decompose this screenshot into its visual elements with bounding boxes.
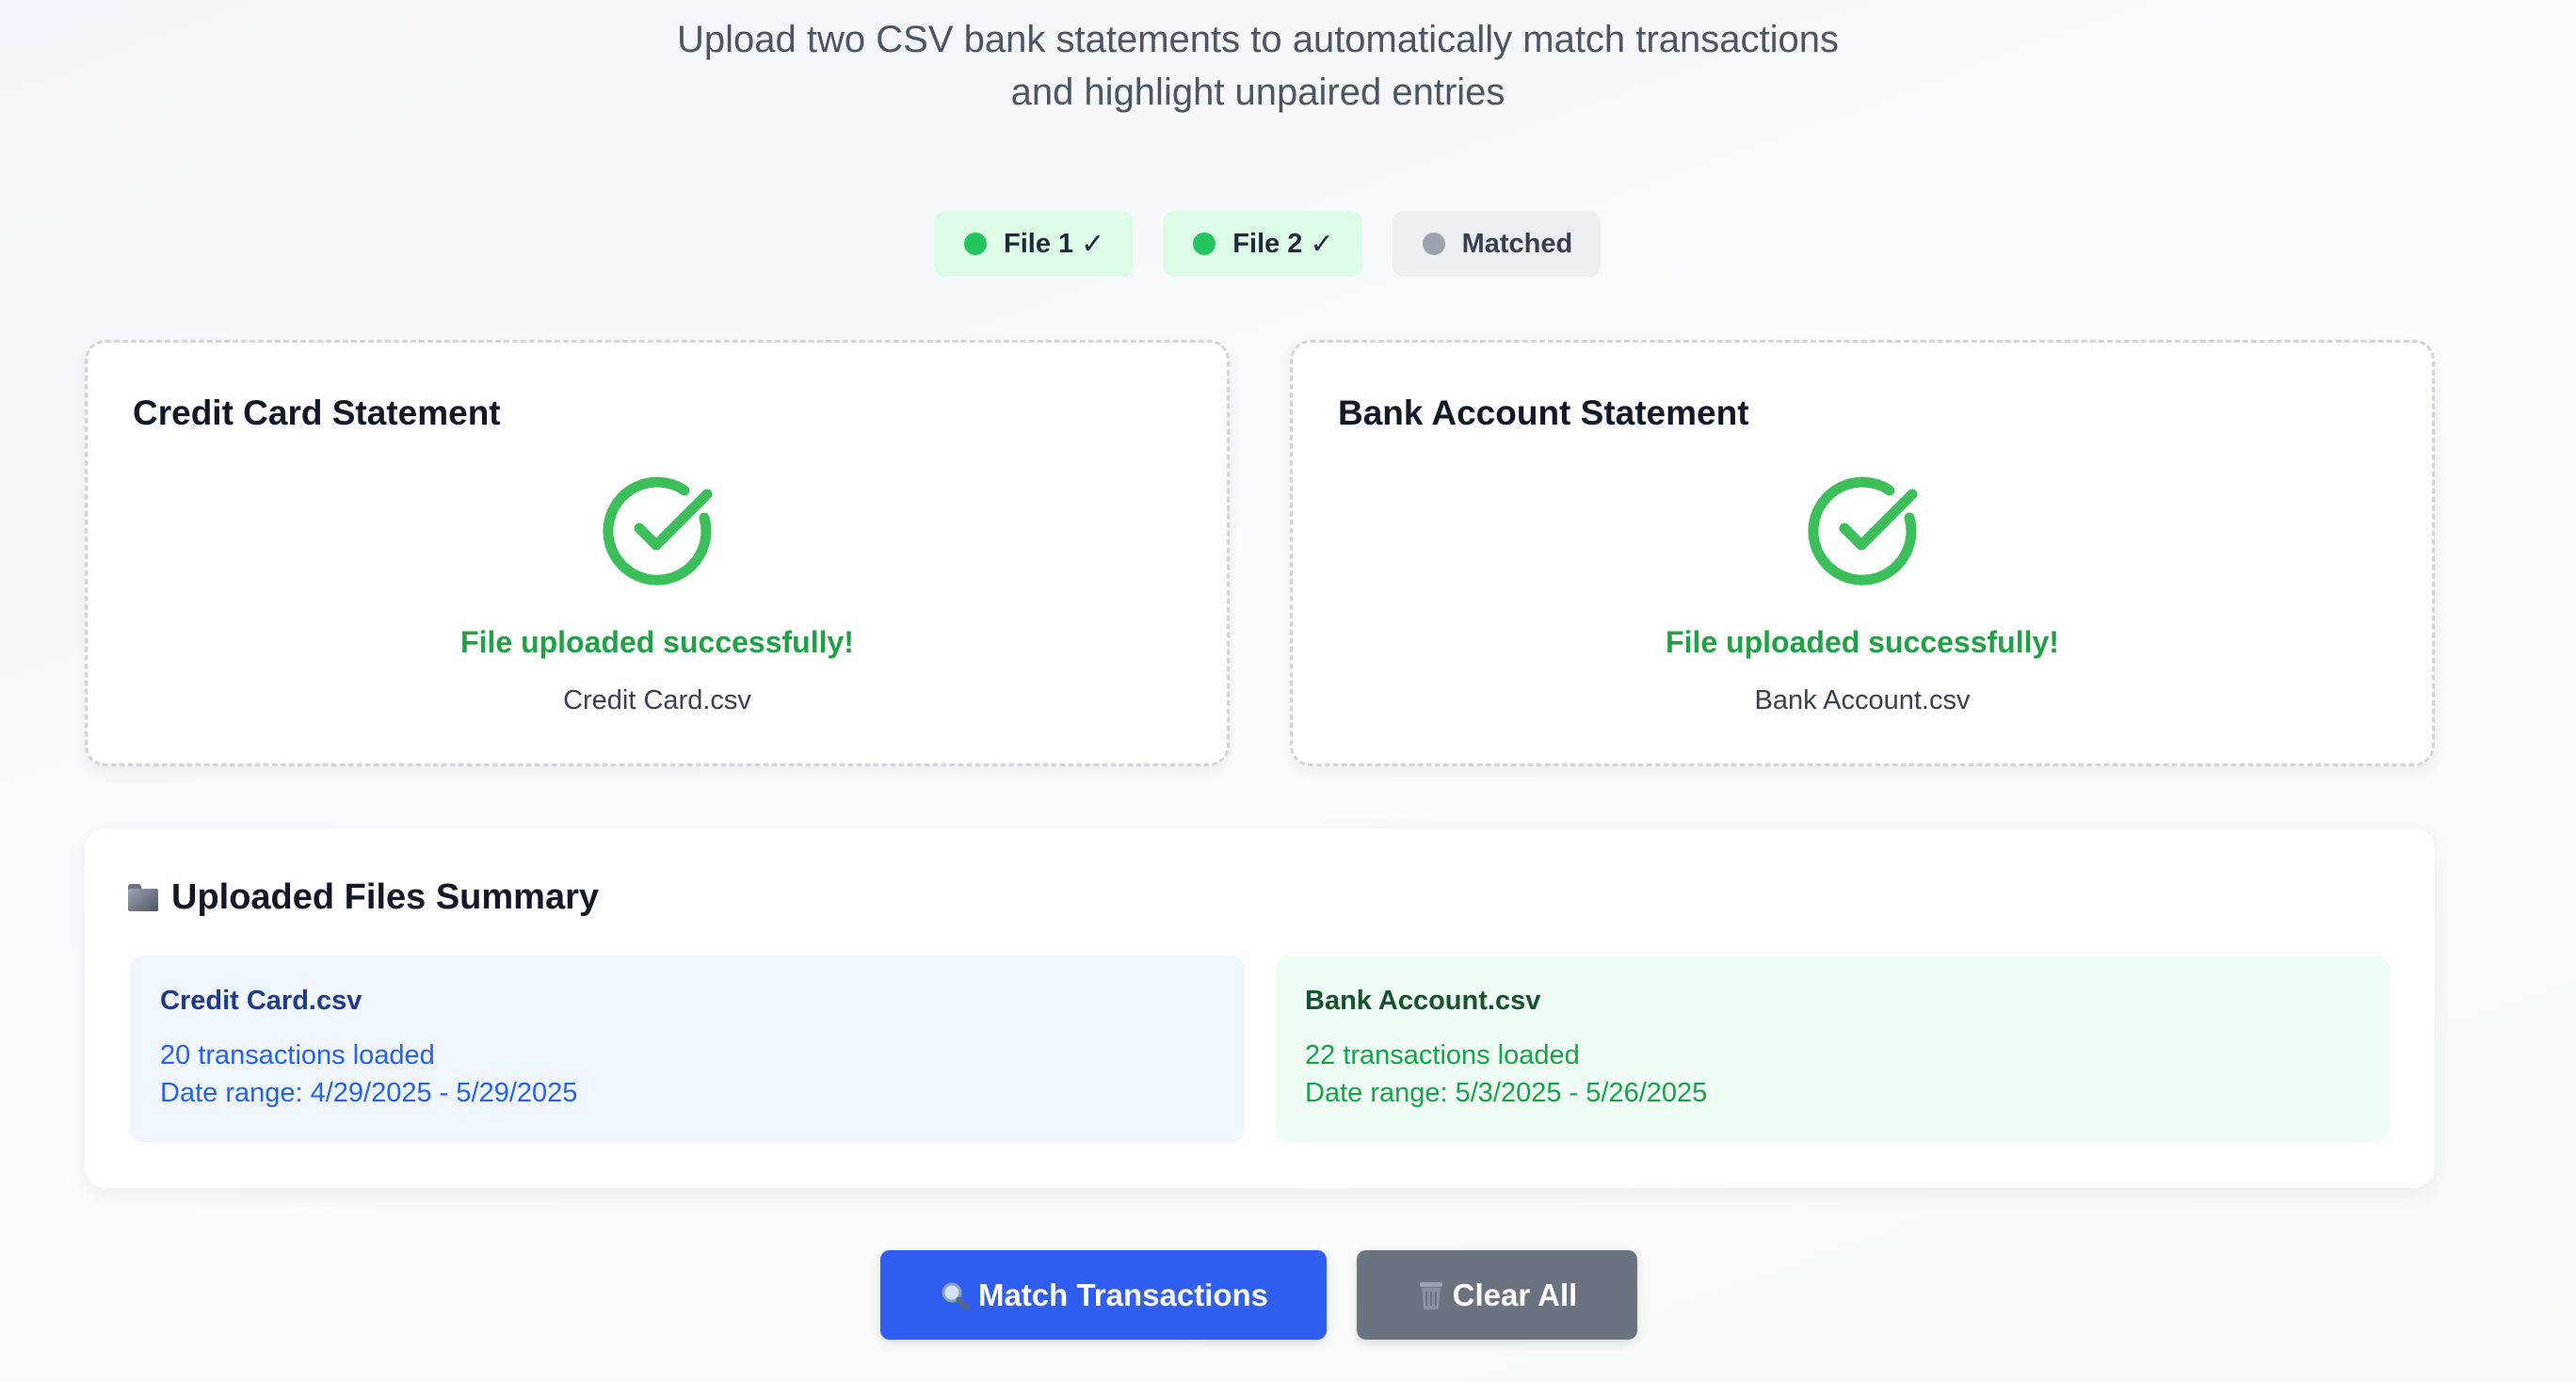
page-subtitle: Upload two CSV bank statements to automa… xyxy=(0,13,2516,119)
checkmark-icon: ✓ xyxy=(1081,228,1105,260)
summary-file-credit-card: Credit Card.csv 20 transactions loaded D… xyxy=(130,956,1245,1143)
bank-account-upload-card[interactable]: Bank Account Statement File uploaded suc… xyxy=(1290,340,2435,766)
subtitle-line-1: Upload two CSV bank statements to automa… xyxy=(677,19,1839,60)
status-dot-icon xyxy=(964,233,987,255)
match-transactions-button[interactable]: Match Transactions xyxy=(880,1250,1327,1340)
upload-success-message: File uploaded successfully! xyxy=(460,625,854,659)
summary-file-bank-account: Bank Account.csv 22 transactions loaded … xyxy=(1275,956,2390,1143)
uploaded-files-summary: Uploaded Files Summary Credit Card.csv 2… xyxy=(85,828,2435,1188)
transaction-count: 20 transactions loaded xyxy=(160,1040,435,1070)
summary-file-name: Bank Account.csv xyxy=(1305,986,1541,1016)
summary-title: Uploaded Files Summary xyxy=(128,877,599,918)
status-dot-icon xyxy=(1193,233,1216,255)
clear-all-button[interactable]: Clear All xyxy=(1357,1250,1637,1340)
upload-success-message: File uploaded successfully! xyxy=(1666,625,2059,659)
summary-title-text: Uploaded Files Summary xyxy=(171,877,600,917)
credit-card-upload-card[interactable]: Credit Card Statement File uploaded succ… xyxy=(85,340,1230,766)
status-dot-icon xyxy=(1422,233,1445,255)
subtitle-line-2: and highlight unpaired entries xyxy=(1010,72,1505,113)
summary-file-name: Credit Card.csv xyxy=(160,986,362,1016)
date-range: Date range: 4/29/2025 - 5/29/2025 xyxy=(160,1078,578,1108)
clear-all-label: Clear All xyxy=(1452,1277,1578,1312)
status-label: Matched xyxy=(1461,228,1573,259)
check-circle-icon xyxy=(603,476,713,586)
magnifier-icon xyxy=(939,1279,971,1311)
checkmark-icon: ✓ xyxy=(1310,228,1334,260)
status-label: File 2 xyxy=(1232,228,1303,259)
progress-status-row: File 1 ✓ File 2 ✓ Matched xyxy=(934,211,1602,277)
uploaded-file-name: Credit Card.csv xyxy=(563,685,751,715)
status-pill-matched: Matched xyxy=(1392,211,1602,277)
match-transactions-label: Match Transactions xyxy=(977,1277,1269,1312)
upload-card-title: Credit Card Statement xyxy=(133,394,501,432)
status-pill-file-2: File 2 ✓ xyxy=(1163,211,1362,277)
transaction-count: 22 transactions loaded xyxy=(1305,1040,1580,1070)
date-range: Date range: 5/3/2025 - 5/26/2025 xyxy=(1305,1078,1708,1108)
trash-icon xyxy=(1417,1279,1445,1311)
check-circle-icon xyxy=(1808,476,1918,586)
uploaded-file-name: Bank Account.csv xyxy=(1754,685,1971,715)
status-label: File 1 xyxy=(1004,228,1074,259)
folder-icon xyxy=(128,883,160,912)
status-pill-file-1: File 1 ✓ xyxy=(934,211,1134,277)
upload-card-title: Bank Account Statement xyxy=(1338,394,1749,432)
